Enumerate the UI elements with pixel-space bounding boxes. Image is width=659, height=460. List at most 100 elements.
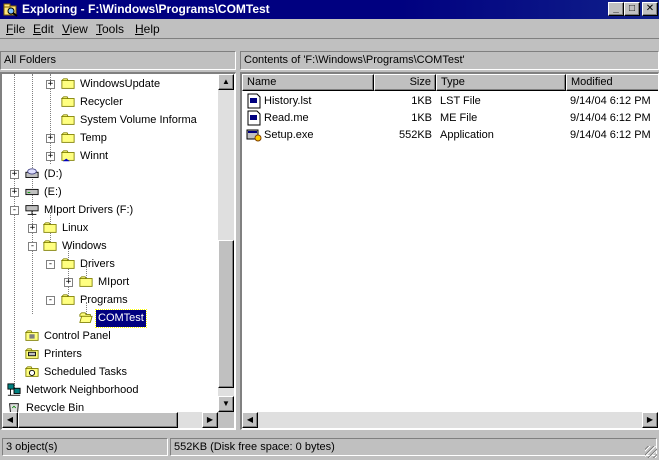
document-icon bbox=[247, 93, 261, 109]
status-disk-info: 552KB (Disk free space: 0 bytes) bbox=[170, 438, 657, 456]
tree-guide-line bbox=[14, 74, 15, 394]
file-list-pane[interactable]: Name Size Type Modified History.lst 1KB LS… bbox=[240, 72, 659, 430]
explorer-app-icon bbox=[3, 3, 18, 17]
scheduled-tasks-icon bbox=[24, 366, 39, 377]
file-modified: 9/14/04 6:12 PM bbox=[570, 129, 651, 141]
open-folder-icon bbox=[79, 312, 93, 323]
folder-icon bbox=[60, 78, 75, 89]
control-panel-icon bbox=[24, 330, 39, 341]
printers-icon bbox=[24, 348, 39, 359]
folder-icon bbox=[78, 276, 93, 287]
tree-item-label: MIport Drivers (F:) bbox=[44, 204, 134, 216]
tree-horizontal-scrollbar[interactable]: ◀ ▶ bbox=[2, 412, 218, 428]
tree-item-label: Printers bbox=[44, 348, 82, 360]
tree-item-label: Windows bbox=[62, 240, 107, 252]
tree-item-label: Drivers bbox=[80, 258, 115, 270]
status-bar: 3 object(s) 552KB (Disk free space: 0 by… bbox=[0, 434, 659, 460]
network-drive-icon bbox=[25, 205, 39, 215]
menu-view[interactable]: View bbox=[62, 22, 88, 36]
expand-icon[interactable]: + bbox=[64, 278, 73, 287]
tree-item-label: Programs bbox=[80, 294, 128, 306]
explorer-window: Exploring - F:\Windows\Programs\COMTest … bbox=[0, 0, 659, 460]
folder-icon bbox=[60, 114, 75, 125]
cd-drive-icon bbox=[25, 168, 39, 178]
tree-item-label: Network Neighborhood bbox=[26, 384, 139, 396]
tree-item-label: Winnt bbox=[80, 150, 109, 162]
file-type: Application bbox=[440, 129, 494, 141]
file-name: History.lst bbox=[264, 95, 312, 107]
list-horizontal-scrollbar[interactable]: ◀ ▶ bbox=[242, 412, 658, 428]
network-icon bbox=[7, 383, 21, 396]
expand-icon[interactable]: + bbox=[10, 170, 19, 179]
tree-item-label: (D:) bbox=[44, 168, 63, 180]
hscroll-thumb[interactable] bbox=[18, 412, 178, 428]
tree-item-label: WindowsUpdate bbox=[80, 78, 161, 90]
collapse-icon[interactable]: - bbox=[46, 296, 55, 305]
setup-app-icon bbox=[246, 129, 262, 142]
file-row[interactable]: History.lst 1KB LST File 9/14/04 6:12 PM bbox=[242, 93, 658, 110]
title-bar[interactable]: Exploring - F:\Windows\Programs\COMTest … bbox=[0, 0, 659, 19]
folder-icon bbox=[60, 294, 75, 305]
collapse-icon[interactable]: - bbox=[28, 242, 37, 251]
window-title: Exploring - F:\Windows\Programs\COMTest bbox=[22, 2, 270, 16]
column-header-size[interactable]: Size bbox=[374, 74, 436, 91]
contents-header: Contents of 'F:\Windows\Programs\COMTest… bbox=[240, 51, 659, 70]
scroll-up-button[interactable]: ▲ bbox=[218, 74, 234, 90]
list-scroll-left-button[interactable]: ◀ bbox=[242, 412, 258, 428]
folder-icon bbox=[42, 222, 57, 233]
folder-icon bbox=[42, 240, 57, 251]
column-header-type[interactable]: Type bbox=[436, 74, 566, 91]
scroll-corner bbox=[218, 412, 234, 428]
folder-icon bbox=[60, 96, 75, 107]
expand-icon[interactable]: + bbox=[10, 188, 19, 197]
drive-icon bbox=[25, 188, 39, 196]
scroll-right-button[interactable]: ▶ bbox=[202, 412, 218, 428]
scroll-thumb[interactable] bbox=[218, 240, 234, 388]
collapse-icon[interactable]: - bbox=[10, 206, 19, 215]
tree-vertical-scrollbar[interactable]: ▲ ▼ bbox=[218, 74, 234, 412]
tree-item-label: COMTest bbox=[95, 309, 147, 328]
expand-icon[interactable]: + bbox=[46, 152, 55, 161]
column-header-modified[interactable]: Modified bbox=[566, 74, 658, 91]
close-button[interactable]: ✕ bbox=[642, 2, 658, 16]
list-scroll-right-button[interactable]: ▶ bbox=[642, 412, 658, 428]
maximize-button[interactable]: □ bbox=[624, 2, 640, 16]
scroll-down-button[interactable]: ▼ bbox=[218, 396, 234, 412]
tree-item-label: Temp bbox=[80, 132, 107, 144]
file-name: Read.me bbox=[264, 112, 309, 124]
collapse-icon[interactable]: - bbox=[46, 260, 55, 269]
document-icon bbox=[247, 110, 261, 126]
column-header-name[interactable]: Name bbox=[242, 74, 374, 91]
file-size: 1KB bbox=[411, 95, 432, 107]
file-modified: 9/14/04 6:12 PM bbox=[570, 95, 651, 107]
file-row[interactable]: Setup.exe 552KB Application 9/14/04 6:12 PM bbox=[242, 127, 658, 144]
tree-item-label: System Volume Informa bbox=[80, 114, 197, 126]
file-size: 1KB bbox=[411, 112, 432, 124]
menu-help[interactable]: Help bbox=[135, 22, 160, 36]
expand-icon[interactable]: + bbox=[46, 80, 55, 89]
shared-folder-icon bbox=[60, 150, 75, 162]
tree-item-label: Recycler bbox=[80, 96, 123, 108]
expand-icon[interactable]: + bbox=[28, 224, 37, 233]
resize-grip[interactable] bbox=[645, 446, 657, 458]
tree-item-label: Linux bbox=[62, 222, 89, 234]
folder-icon bbox=[60, 258, 75, 269]
file-row[interactable]: Read.me 1KB ME File 9/14/04 6:12 PM bbox=[242, 110, 658, 127]
all-folders-header: All Folders bbox=[0, 51, 236, 70]
tree-item-label: (E:) bbox=[44, 186, 62, 198]
tree-item-label: Scheduled Tasks bbox=[44, 366, 127, 378]
expand-icon[interactable]: + bbox=[46, 134, 55, 143]
file-name: Setup.exe bbox=[264, 129, 314, 141]
tree-item-label: MIport bbox=[98, 276, 130, 288]
minimize-button[interactable]: _ bbox=[608, 2, 624, 16]
menu-edit[interactable]: Edit bbox=[33, 22, 54, 36]
menu-tools[interactable]: Tools bbox=[96, 22, 124, 36]
status-object-count: 3 object(s) bbox=[2, 438, 168, 456]
menu-file[interactable]: File bbox=[6, 22, 25, 36]
menu-bar: File Edit View Tools Help bbox=[0, 19, 659, 39]
file-modified: 9/14/04 6:12 PM bbox=[570, 112, 651, 124]
folder-tree-pane[interactable]: + WindowsUpdate Recycler System Volume Info… bbox=[0, 72, 236, 430]
scroll-left-button[interactable]: ◀ bbox=[2, 412, 18, 428]
expand-icon[interactable]: + bbox=[0, 386, 1, 395]
folder-icon bbox=[60, 132, 75, 143]
